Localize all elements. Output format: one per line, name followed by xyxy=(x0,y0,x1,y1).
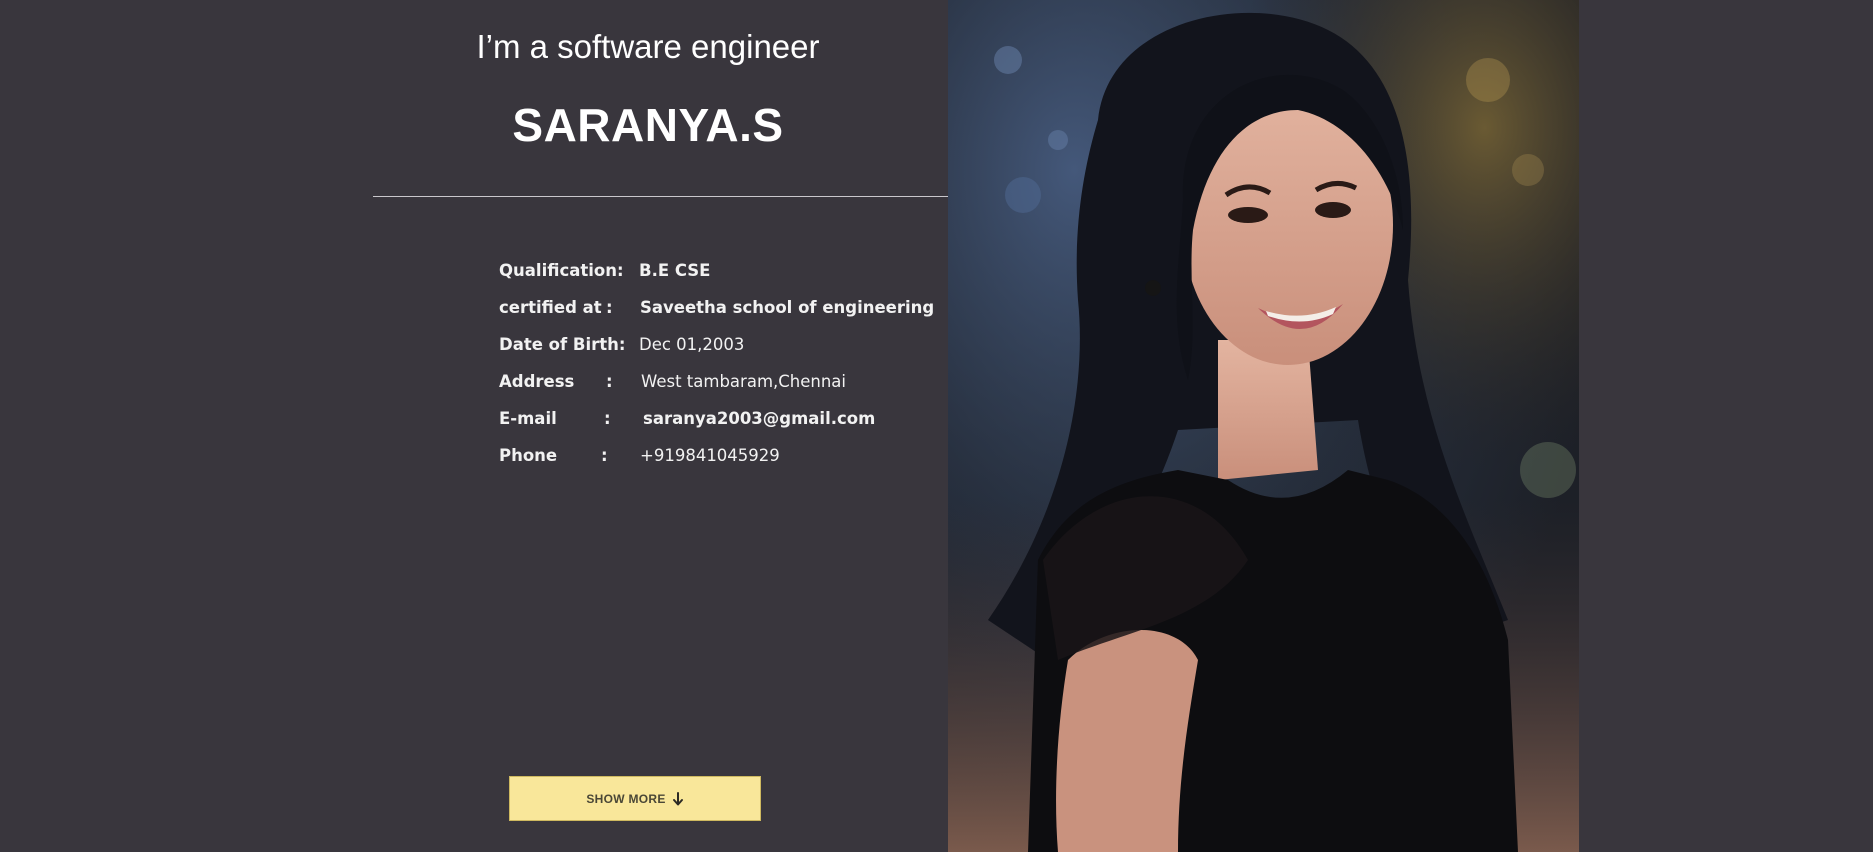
profile-name: SARANYA.S xyxy=(512,99,784,151)
detail-value: West tambaram,Chennai xyxy=(641,372,847,391)
detail-label: Date of Birth: xyxy=(499,335,626,354)
detail-row-address: Address : West tambaram,Chennai xyxy=(499,369,959,406)
detail-value: Saveetha school of engineering xyxy=(640,298,935,317)
detail-colon: : xyxy=(606,372,613,391)
detail-colon: : xyxy=(604,409,611,428)
detail-label: certified at xyxy=(499,298,602,317)
detail-label: E-mail xyxy=(499,409,557,428)
details-list: Qualification: B.E CSE certified at : Sa… xyxy=(499,258,959,480)
divider xyxy=(373,196,948,197)
detail-label: Address xyxy=(499,372,575,391)
detail-colon: : xyxy=(601,446,608,465)
detail-label: Qualification: xyxy=(499,261,624,280)
detail-colon: : xyxy=(606,298,613,317)
detail-value: B.E CSE xyxy=(639,261,711,280)
detail-row-phone: Phone : +919841045929 xyxy=(499,443,959,480)
portrait-illustration xyxy=(948,0,1579,852)
arrow-down-icon xyxy=(672,791,683,805)
detail-value: Dec 01,2003 xyxy=(639,335,745,354)
detail-value: +919841045929 xyxy=(640,446,780,465)
detail-row-email: E-mail : saranya2003@gmail.com xyxy=(499,406,959,443)
profile-info-panel: I’m a software engineer SARANYA.S Qualif… xyxy=(373,0,948,852)
portrait-photo xyxy=(948,0,1579,852)
detail-row-certified: certified at : Saveetha school of engine… xyxy=(499,295,959,332)
detail-label: Phone xyxy=(499,446,558,465)
detail-value[interactable]: saranya2003@gmail.com xyxy=(643,406,875,432)
profile-page: I’m a software engineer SARANYA.S Qualif… xyxy=(0,0,1873,852)
show-more-label: SHOW MORE xyxy=(586,791,666,806)
intro-text: I’m a software engineer xyxy=(476,28,820,65)
detail-row-qualification: Qualification: B.E CSE xyxy=(499,258,959,295)
detail-row-dob: Date of Birth: Dec 01,2003 xyxy=(499,332,959,369)
show-more-button[interactable]: SHOW MORE xyxy=(509,776,761,821)
